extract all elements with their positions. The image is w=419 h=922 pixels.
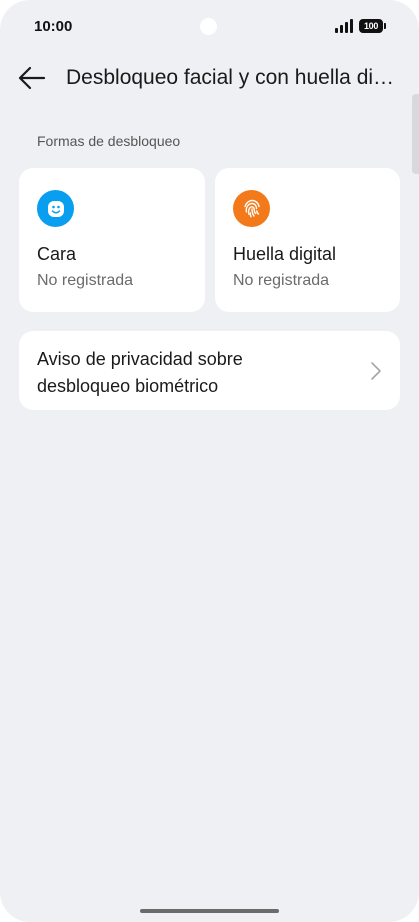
fingerprint-card-title: Huella digital	[233, 244, 337, 264]
back-button[interactable]	[14, 60, 50, 96]
privacy-notice-label: Aviso de privacidad sobre desbloqueo bio…	[37, 349, 243, 396]
face-card-status: No registrada	[37, 272, 134, 289]
home-indicator[interactable]	[140, 909, 279, 913]
status-time: 10:00	[34, 18, 73, 35]
camera-cutout	[200, 18, 217, 35]
phone-screen: 10:00 100 Desbloqueo facial y con huella…	[0, 0, 419, 922]
section-header: Formas de desbloqueo	[37, 133, 181, 149]
face-card-title: Cara	[37, 244, 77, 264]
fingerprint-icon	[233, 190, 270, 227]
fingerprint-unlock-card[interactable]: Huella digital No registrada	[215, 168, 400, 312]
page-title: Desbloqueo facial y con huella digital	[66, 66, 402, 89]
face-icon	[37, 190, 74, 227]
signal-icon	[335, 19, 355, 33]
status-bar: 10:00 100	[0, 0, 419, 52]
app-bar: Desbloqueo facial y con huella digital	[0, 52, 419, 104]
arrow-left-icon	[18, 66, 46, 90]
face-unlock-card[interactable]: Cara No registrada	[19, 168, 205, 312]
battery-level: 100	[363, 21, 379, 31]
battery-icon: 100	[359, 19, 386, 33]
fingerprint-card-status: No registrada	[233, 272, 330, 289]
privacy-notice-item[interactable]: Aviso de privacidad sobre desbloqueo bio…	[19, 331, 400, 410]
scroll-indicator[interactable]	[412, 94, 419, 174]
chevron-right-icon	[371, 362, 381, 380]
